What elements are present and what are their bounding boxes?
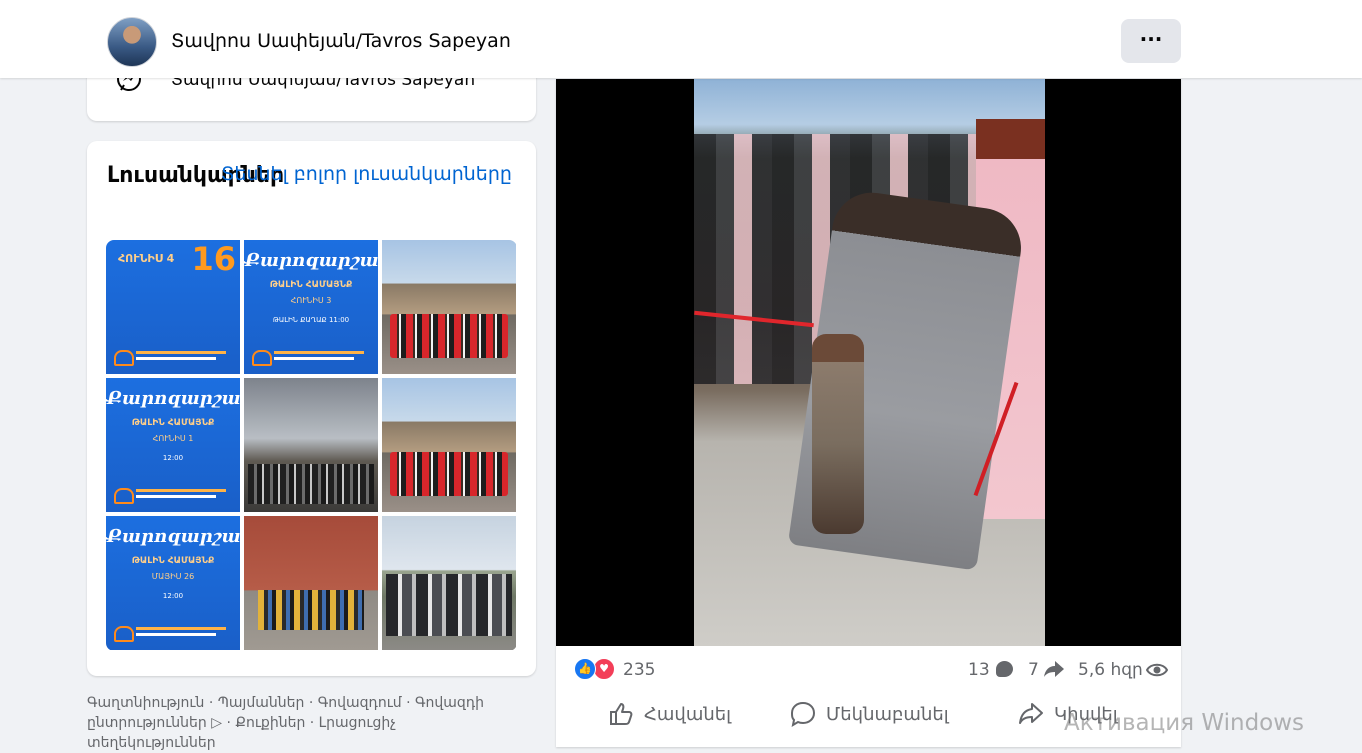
- photo-tile[interactable]: [382, 516, 516, 650]
- poster-title: Քարոզարշավ: [244, 250, 378, 271]
- post-card: 👍 ♥ 235 13 7 5,6 հզր Հավանել Մեկնաբանել: [556, 79, 1181, 747]
- comment-icon: [790, 701, 816, 727]
- comment-count-icon: [996, 661, 1013, 677]
- video-player[interactable]: [556, 79, 1181, 646]
- like-label: Հավանել: [644, 704, 732, 725]
- poster-title: Քարոզարշավ: [106, 388, 240, 409]
- more-options-button[interactable]: ···: [1121, 19, 1181, 63]
- poster-place-time: 12:00: [162, 592, 184, 600]
- love-reaction-icon[interactable]: ♥: [593, 658, 615, 680]
- share-count-icon: [1044, 661, 1064, 677]
- party-logo: [114, 624, 232, 642]
- thumbs-up-icon: [610, 703, 633, 725]
- poster-subtitle: ԹԱԼԻՆ ՀԱՄԱՅՆՔ: [131, 418, 215, 428]
- see-all-photos-link[interactable]: Տեսնել բոլոր լուսանկարները: [221, 163, 512, 185]
- photo-tile[interactable]: [382, 240, 516, 374]
- post-stats: 👍 ♥ 235 13 7 5,6 հզր: [556, 657, 1181, 683]
- page-header: Տավրոս Սափեյան/Tavros Sapeyan ···: [0, 0, 1362, 78]
- comments-count[interactable]: 13: [968, 660, 990, 680]
- poster-date: ՀՈՒՆԻՍ 1: [152, 434, 194, 443]
- eye-icon: [1146, 663, 1168, 677]
- photos-card: Լուսանկարներ Տեսնել բոլոր լուսանկարները …: [87, 141, 536, 676]
- comment-label: Մեկնաբանել: [826, 704, 949, 725]
- poster-date: ՀՈՒՆԻՍ 3: [290, 296, 332, 305]
- poster-subtitle: ԹԱԼԻՆ ՀԱՄԱՅՆՔ: [269, 280, 353, 290]
- poster-date: ՄԱՅԻՍ 26: [151, 572, 195, 581]
- like-reaction-icon[interactable]: 👍: [574, 658, 596, 680]
- poster-date: ՀՈՒՆԻՍ 4: [118, 252, 175, 265]
- photo-tile[interactable]: Քարոզարշավ ԹԱԼԻՆ ՀԱՄԱՅՆՔ ՀՈՒՆԻՍ 1 12:00: [106, 378, 240, 512]
- photo-tile[interactable]: [244, 516, 378, 650]
- poster-number: 16: [191, 240, 236, 278]
- video-frame: [694, 79, 1045, 646]
- footer-links[interactable]: Գաղտնիություն · Պայմաններ · Գովազդում · …: [87, 693, 527, 753]
- party-logo: [252, 348, 370, 366]
- photo-tile[interactable]: ՀՈՒՆԻՍ 4 16: [106, 240, 240, 374]
- reactions-count[interactable]: 235: [623, 660, 655, 680]
- poster-place-time: 12:00: [162, 454, 184, 462]
- photos-heading: Լուսանկարներ: [107, 163, 285, 188]
- photo-tile[interactable]: [244, 378, 378, 512]
- page-title[interactable]: Տավրոս Սափեյան/Tavros Sapeyan: [171, 30, 511, 52]
- party-logo: [114, 348, 232, 366]
- photo-tile[interactable]: Քարոզարշավ ԹԱԼԻՆ ՀԱՄԱՅՆՔ ՀՈՒՆԻՍ 3 ԹԱԼԻՆ …: [244, 240, 378, 374]
- photo-grid: ՀՈՒՆԻՍ 4 16 Քարոզարշավ ԹԱԼԻՆ ՀԱՄԱՅՆՔ ՀՈՒ…: [106, 240, 517, 651]
- photo-tile[interactable]: [382, 378, 516, 512]
- share-icon: [1019, 703, 1043, 724]
- poster-place-time: ԹԱԼԻՆ ՔԱՂԱՔ 11:00: [272, 316, 350, 324]
- comment-button[interactable]: Մեկնաբանել: [790, 699, 960, 731]
- shares-count[interactable]: 7: [1028, 660, 1039, 680]
- poster-subtitle: ԹԱԼԻՆ ՀԱՄԱՅՆՔ: [131, 556, 215, 566]
- views-count: 5,6 հզր: [1078, 660, 1143, 680]
- windows-activation-watermark: Активация Windows: [1064, 710, 1305, 736]
- party-logo: [114, 486, 232, 504]
- poster-title: Քարոզարշավ: [106, 526, 240, 547]
- avatar[interactable]: [107, 17, 157, 67]
- like-button[interactable]: Հավանել: [608, 699, 748, 731]
- photo-tile[interactable]: Քարոզարշավ ԹԱԼԻՆ ՀԱՄԱՅՆՔ ՄԱՅԻՍ 26 12:00: [106, 516, 240, 650]
